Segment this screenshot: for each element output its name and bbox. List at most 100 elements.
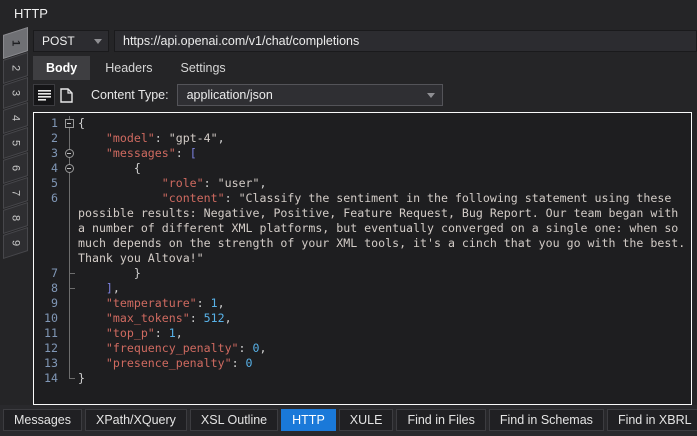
tab-find-in-xbrl[interactable]: Find in XBRL (607, 409, 697, 431)
token: "messages" (106, 146, 176, 160)
code-text[interactable]: "messages": [ (78, 146, 691, 161)
token: 1 (211, 296, 218, 310)
tab-xsl-outline[interactable]: XSL Outline (190, 409, 278, 431)
token (78, 311, 106, 325)
code-text[interactable]: ], (78, 281, 691, 296)
tab-find-in-files[interactable]: Find in Files (396, 409, 485, 431)
tab-settings[interactable]: Settings (168, 56, 239, 80)
tab-body[interactable]: Body (33, 56, 90, 80)
url-input[interactable] (114, 30, 697, 52)
fold-toggle-icon[interactable] (62, 161, 78, 176)
request-tab-1[interactable]: 1 (3, 31, 28, 55)
fold-guide (62, 281, 78, 296)
content-type-select[interactable]: application/json (177, 84, 443, 106)
code-text[interactable]: "max_tokens": 512, (78, 311, 691, 326)
token: : (155, 326, 169, 340)
line-number: 6 (34, 191, 62, 206)
request-panel: POST BodyHeadersSettings (30, 28, 697, 405)
token: [ (190, 146, 197, 160)
request-tab-label: 7 (4, 181, 28, 206)
token: , (225, 311, 232, 325)
tab-xpath-xquery[interactable]: XPath/XQuery (85, 409, 187, 431)
token: 1 (169, 326, 176, 340)
request-tab-label: 3 (4, 81, 28, 106)
token: "frequency_penalty" (106, 341, 239, 355)
new-document-icon (60, 88, 73, 103)
token: } (78, 371, 85, 385)
line-number: 7 (34, 266, 62, 281)
token: , (218, 131, 225, 145)
code-text[interactable]: } (78, 266, 691, 281)
method-value: POST (42, 34, 94, 48)
request-tab-7[interactable]: 7 (3, 181, 28, 205)
line-number: 2 (34, 131, 62, 146)
minus-icon (65, 149, 74, 158)
code-line: 11 "top_p": 1, (34, 326, 691, 341)
token: , (176, 326, 183, 340)
line-number: 13 (34, 356, 62, 371)
code-line: 12 "frequency_penalty": 0, (34, 341, 691, 356)
token: { (78, 116, 85, 130)
token: , (260, 176, 267, 190)
code-line: 6 "content": "Classify the sentiment in … (34, 191, 691, 266)
word-wrap-icon (38, 90, 51, 101)
token (78, 146, 106, 160)
code-line: 4 { (34, 161, 691, 176)
request-tab-strip: 123456789 (0, 28, 30, 405)
line-number: 14 (34, 371, 62, 386)
code-text[interactable]: "frequency_penalty": 0, (78, 341, 691, 356)
request-tab-4[interactable]: 4 (3, 106, 28, 130)
fold-toggle-icon[interactable] (62, 146, 78, 161)
code-text[interactable]: } (78, 371, 691, 386)
code-text[interactable]: "role": "user", (78, 176, 691, 191)
request-tab-label: 2 (4, 56, 28, 81)
request-tab-6[interactable]: 6 (3, 156, 28, 180)
token: : (190, 311, 204, 325)
chevron-down-icon (427, 93, 435, 98)
token: : (204, 176, 218, 190)
code-text[interactable]: { (78, 116, 691, 131)
content-type-label: Content Type: (91, 88, 169, 102)
minus-icon (65, 164, 74, 173)
method-select[interactable]: POST (33, 30, 109, 52)
code-text[interactable]: "content": "Classify the sentiment in th… (78, 191, 691, 266)
tab-http[interactable]: HTTP (281, 409, 336, 431)
token: : (155, 131, 169, 145)
code-text[interactable]: "top_p": 1, (78, 326, 691, 341)
fold-toggle-icon[interactable] (62, 116, 78, 131)
tab-find-in-schemas[interactable]: Find in Schemas (489, 409, 604, 431)
line-number: 9 (34, 296, 62, 311)
request-tab-label: 1 (4, 31, 28, 56)
code-text[interactable]: "model": "gpt-4", (78, 131, 691, 146)
token: "gpt-4" (169, 131, 218, 145)
token (78, 326, 106, 340)
token: "max_tokens" (106, 311, 190, 325)
tab-messages[interactable]: Messages (3, 409, 82, 431)
word-wrap-button[interactable] (33, 84, 55, 106)
tab-xule[interactable]: XULE (339, 409, 394, 431)
request-tab-3[interactable]: 3 (3, 81, 28, 105)
fold-guide (62, 311, 78, 326)
request-tab-8[interactable]: 8 (3, 206, 28, 230)
token: ] (106, 281, 113, 295)
line-number: 12 (34, 341, 62, 356)
request-tab-label: 8 (4, 206, 28, 231)
request-tab-label: 9 (4, 231, 28, 256)
tab-headers[interactable]: Headers (92, 56, 165, 80)
request-tab-9[interactable]: 9 (3, 231, 28, 255)
line-number: 1 (34, 116, 62, 131)
request-tab-label: 6 (4, 156, 28, 181)
fold-guide (62, 371, 78, 386)
request-tab-2[interactable]: 2 (3, 56, 28, 80)
token (78, 296, 106, 310)
code-area[interactable]: 1{2 "model": "gpt-4",3 "messages": [4 {5… (33, 112, 692, 405)
code-line: 13 "presence_penalty": 0 (34, 356, 691, 371)
request-tab-5[interactable]: 5 (3, 131, 28, 155)
new-document-button[interactable] (55, 84, 77, 106)
request-line: POST (33, 30, 697, 52)
code-text[interactable]: "temperature": 1, (78, 296, 691, 311)
token: 0 (246, 356, 253, 370)
code-text[interactable]: { (78, 161, 691, 176)
code-text[interactable]: "presence_penalty": 0 (78, 356, 691, 371)
code-line: 3 "messages": [ (34, 146, 691, 161)
